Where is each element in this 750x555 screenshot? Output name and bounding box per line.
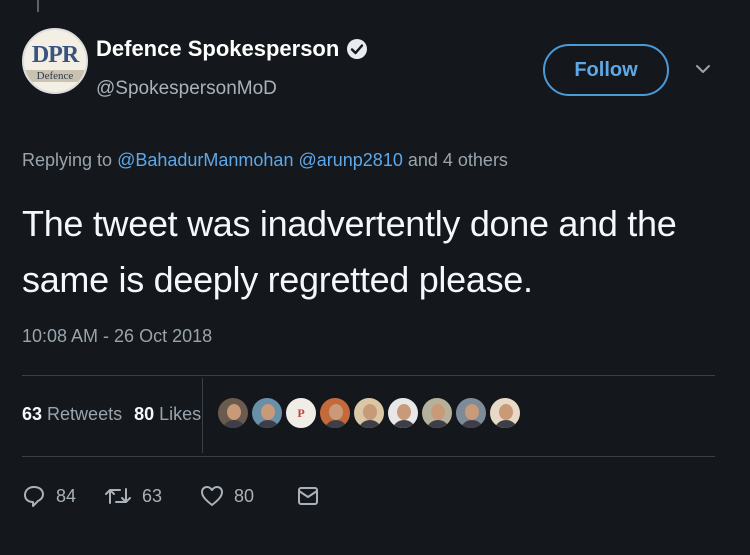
tweet-text: The tweet was inadvertently done and the… — [22, 203, 677, 300]
tweet-card: DPR Defence Defence Spokesperson @Spokes… — [0, 0, 750, 555]
liker-avatar-body — [256, 420, 280, 428]
avatar-logo-subtext: Defence — [24, 70, 86, 82]
reply-action[interactable]: 84 — [22, 484, 104, 508]
liker-avatar-body — [494, 420, 518, 428]
liker-avatar[interactable] — [420, 396, 454, 430]
author-name[interactable]: Defence Spokesperson — [96, 36, 339, 62]
liker-avatar-face — [499, 404, 513, 420]
mention-link[interactable]: @arunp2810 — [298, 150, 402, 170]
action-bar: 84 63 80 — [22, 484, 320, 508]
liker-avatar-body — [392, 420, 416, 428]
author-handle[interactable]: @SpokespersonMoD — [96, 78, 277, 100]
liker-avatar-letter: P — [297, 406, 305, 420]
tweet-timestamp[interactable]: 10:08 AM - 26 Oct 2018 — [22, 326, 212, 347]
avatar[interactable]: DPR Defence — [22, 28, 88, 94]
replying-others[interactable]: and 4 others — [408, 150, 508, 170]
liker-avatar[interactable] — [454, 396, 488, 430]
liker-avatar[interactable]: P — [284, 396, 318, 430]
like-action[interactable]: 80 — [200, 485, 296, 507]
replying-to-line: Replying to @BahadurManmohan @arunp2810 … — [22, 150, 508, 171]
divider — [22, 456, 715, 457]
liker-avatar[interactable] — [216, 396, 250, 430]
liker-avatar-face — [397, 404, 411, 420]
stats-separator — [202, 378, 203, 453]
direct-message-action[interactable] — [296, 485, 320, 507]
replying-prefix: Replying to — [22, 150, 113, 170]
liker-avatar-body — [426, 420, 450, 428]
divider — [22, 375, 715, 376]
liker-avatar-face — [363, 404, 377, 420]
liker-avatar[interactable] — [250, 396, 284, 430]
likes-count: 80 — [134, 404, 155, 424]
liker-avatar-body — [358, 420, 382, 428]
liker-avatar-face — [261, 404, 275, 420]
liker-avatar-body — [460, 420, 484, 428]
follow-button[interactable]: Follow — [543, 44, 669, 96]
retweets-count: 63 — [22, 404, 43, 424]
avatar-logo-text: DPR — [31, 42, 79, 68]
retweet-count: 63 — [142, 485, 163, 506]
liker-avatar-face — [227, 404, 241, 420]
liker-avatar[interactable] — [488, 396, 522, 430]
reply-count: 84 — [56, 485, 77, 506]
liker-avatar-face — [465, 404, 479, 420]
liker-avatar-body — [222, 420, 246, 428]
likes-label: Likes — [159, 404, 202, 424]
liker-avatar-face — [431, 404, 445, 420]
mention-link[interactable]: @BahadurManmohan — [117, 150, 293, 170]
likes-stat[interactable]: 80 Likes — [134, 404, 201, 425]
reply-icon — [24, 486, 44, 507]
top-edge-mark — [37, 0, 39, 12]
retweets-stat[interactable]: 63 Retweets — [22, 404, 122, 425]
liker-avatar[interactable] — [352, 396, 386, 430]
liker-avatar[interactable] — [318, 396, 352, 430]
retweet-icon — [105, 488, 131, 504]
retweet-action[interactable]: 63 — [104, 485, 200, 507]
envelope-icon — [298, 487, 318, 505]
author-name-row[interactable]: Defence Spokesperson — [96, 36, 368, 62]
heart-icon — [201, 486, 223, 506]
chevron-down-icon[interactable] — [694, 60, 712, 78]
verified-badge-icon — [347, 39, 368, 59]
retweets-label: Retweets — [47, 404, 123, 424]
liker-avatar[interactable] — [386, 396, 420, 430]
engagement-stats: 63 Retweets 80 Likes — [22, 404, 201, 425]
liker-avatar-face — [329, 404, 343, 420]
like-count: 80 — [234, 485, 255, 506]
liker-avatar-body — [324, 420, 348, 428]
liker-avatars: P — [216, 396, 522, 430]
